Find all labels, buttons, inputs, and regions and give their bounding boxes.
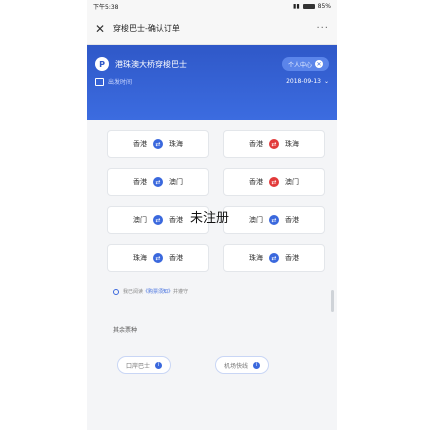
swap-arrow-icon: ⇄ [153, 215, 163, 225]
swap-arrow-icon: ⇄ [269, 177, 279, 187]
page-title: 穿梭巴士-确认订单 [113, 24, 180, 33]
nav-bar: ✕ 穿梭巴士-确认订单 ··· [87, 13, 337, 45]
route-card[interactable]: 珠海 ⇄ 香港 [223, 244, 325, 272]
route-to: 澳门 [169, 178, 183, 186]
route-from: 香港 [133, 178, 147, 186]
bus-logo-icon: P [95, 57, 109, 71]
route-from: 珠海 [133, 254, 147, 262]
swap-arrow-icon: ⇄ [153, 177, 163, 187]
route-from: 澳门 [133, 216, 147, 224]
swap-arrow-icon: ⇄ [269, 139, 279, 149]
swap-arrow-icon: ⇄ [153, 139, 163, 149]
route-to: 香港 [285, 254, 299, 262]
route-card[interactable]: 香港 ⇄ 珠海 [107, 130, 209, 158]
route-to: 香港 [285, 216, 299, 224]
signal-icon: ▮▮ [293, 3, 300, 10]
route-to: 珠海 [285, 140, 299, 148]
route-grid: 香港 ⇄ 珠海 香港 ⇄ 珠海 香港 ⇄ 澳门 香港 ⇄ 澳门 澳门 ⇄ 香港 澳门 ⇄ 香港 珠海 ⇄ 香港 珠海 ⇄ 香港 [87, 124, 337, 272]
brand-row: P 港珠澳大桥穿梭巴士 个人中心 ✕ [87, 45, 337, 71]
route-card[interactable]: 香港 ⇄ 珠海 [223, 130, 325, 158]
agree-radio-icon[interactable] [113, 288, 119, 295]
status-time: 下午5:38 [93, 4, 119, 11]
other-ticket-label: 机场快线 [224, 362, 249, 370]
user-center-button[interactable]: 个人中心 ✕ [281, 57, 329, 71]
watermark-text: 未注册 [190, 211, 230, 226]
route-card[interactable]: 澳门 ⇄ 香港 [223, 206, 325, 234]
other-tickets: 口岸巴士 i 机场快线 i [87, 334, 337, 374]
route-from: 珠海 [249, 254, 263, 262]
close-circle-icon: ✕ [315, 60, 323, 68]
status-icons: ▮▮ 85% [293, 3, 331, 10]
route-from: 香港 [249, 178, 263, 186]
notice-row[interactable]: 我已阅读 《购票须知》 并遵守 [87, 272, 337, 295]
notice-link[interactable]: 《购票须知》 [143, 288, 173, 295]
info-icon: i [253, 361, 261, 369]
battery-level: 85% [317, 3, 331, 10]
other-ticket-label: 口岸巴士 [126, 362, 151, 370]
departure-time-label: 出发时间 [108, 79, 133, 86]
route-to: 珠海 [169, 140, 183, 148]
scroll-handle[interactable] [331, 290, 334, 312]
route-card[interactable]: 珠海 ⇄ 香港 [107, 244, 209, 272]
notice-suffix: 并遵守 [173, 289, 189, 295]
route-card[interactable]: 香港 ⇄ 澳门 [223, 168, 325, 196]
swap-arrow-icon: ⇄ [153, 253, 163, 263]
route-to: 澳门 [285, 178, 299, 186]
notice-prefix: 我已阅读 [123, 289, 144, 295]
chevron-down-icon: ⌄ [323, 78, 329, 85]
other-ticket-button[interactable]: 口岸巴士 i [117, 356, 172, 374]
other-ticket-button[interactable]: 机场快线 i [215, 356, 270, 374]
status-bar: 下午5:38 ▮▮ 85% [87, 0, 337, 13]
route-to: 香港 [169, 216, 183, 224]
departure-time-row[interactable]: 出发时间 2018-09-13 ⌄ [87, 71, 337, 86]
more-icon[interactable]: ··· [316, 23, 329, 34]
route-from: 香港 [249, 140, 263, 148]
close-icon[interactable]: ✕ [95, 22, 109, 36]
swap-arrow-icon: ⇄ [269, 253, 279, 263]
departure-date: 2018-09-13 [286, 78, 321, 85]
battery-icon [302, 4, 315, 9]
brand-name: 港珠澳大桥穿梭巴士 [115, 59, 187, 69]
info-icon: i [155, 361, 163, 369]
route-from: 澳门 [249, 216, 263, 224]
route-from: 香港 [133, 140, 147, 148]
phone-screen: 下午5:38 ▮▮ 85% ✕ 穿梭巴士-确认订单 ··· P 港珠澳大桥穿梭巴… [87, 0, 337, 430]
calendar-icon [95, 77, 104, 86]
user-center-label: 个人中心 [287, 61, 312, 69]
route-card[interactable]: 香港 ⇄ 澳门 [107, 168, 209, 196]
other-tickets-title: 其余票种 [113, 327, 138, 334]
header-banner: P 港珠澳大桥穿梭巴士 个人中心 ✕ 出发时间 2018-09-13 ⌄ [87, 45, 337, 120]
swap-arrow-icon: ⇄ [269, 215, 279, 225]
route-to: 香港 [169, 254, 183, 262]
